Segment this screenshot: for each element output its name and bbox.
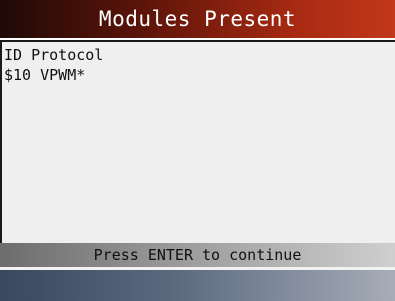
- footer-bar: [0, 270, 395, 301]
- module-list-panel: ID Protocol $10 VPWM*: [0, 40, 395, 243]
- screen-title: Modules Present: [0, 0, 395, 38]
- scan-tool-screen: Modules Present ID Protocol $10 VPWM* Pr…: [0, 0, 395, 301]
- continue-prompt: Press ENTER to continue: [0, 243, 395, 267]
- module-list-header: ID Protocol: [4, 46, 104, 64]
- module-list-item: $10 VPWM*: [4, 66, 86, 84]
